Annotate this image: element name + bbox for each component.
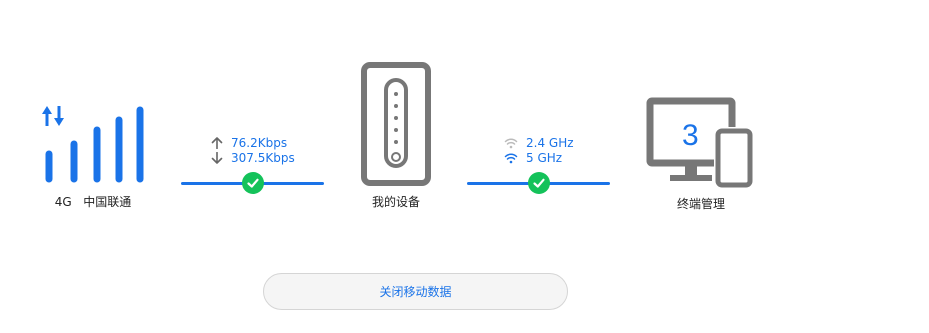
terminal-count: 3 [682, 119, 699, 152]
cellular-status [40, 104, 150, 188]
wifi-24-icon [504, 138, 518, 149]
router-icon [361, 62, 431, 186]
wifi-info: 2.4 GHz 5 GHz [504, 136, 574, 165]
terminal-label: 终端管理 [676, 197, 725, 211]
signal-strength-icon [42, 106, 144, 183]
router-device[interactable] [361, 62, 431, 186]
upload-arrow-icon [211, 137, 223, 149]
speed-info: 76.2Kbps 307.5Kbps [211, 136, 295, 165]
devices-icon [646, 97, 754, 189]
wan-ok-check-icon [242, 172, 264, 194]
terminal-management[interactable]: 3 [646, 97, 756, 189]
disable-mobile-data-button[interactable]: 关闭移动数据 [263, 273, 568, 310]
wifi-5-icon [504, 153, 518, 164]
download-speed: 307.5Kbps [231, 151, 295, 165]
carrier-name: 中国联通 [83, 195, 132, 209]
upload-speed: 76.2Kbps [231, 136, 288, 150]
network-type: 4G [54, 195, 72, 209]
download-arrow-icon [211, 152, 223, 164]
device-label: 我的设备 [371, 195, 420, 209]
wifi-5-band: 5 GHz [526, 151, 563, 165]
lan-ok-check-icon [528, 172, 550, 194]
network-label: 4G 中国联通 [38, 193, 148, 210]
wifi-24-band: 2.4 GHz [526, 136, 574, 150]
